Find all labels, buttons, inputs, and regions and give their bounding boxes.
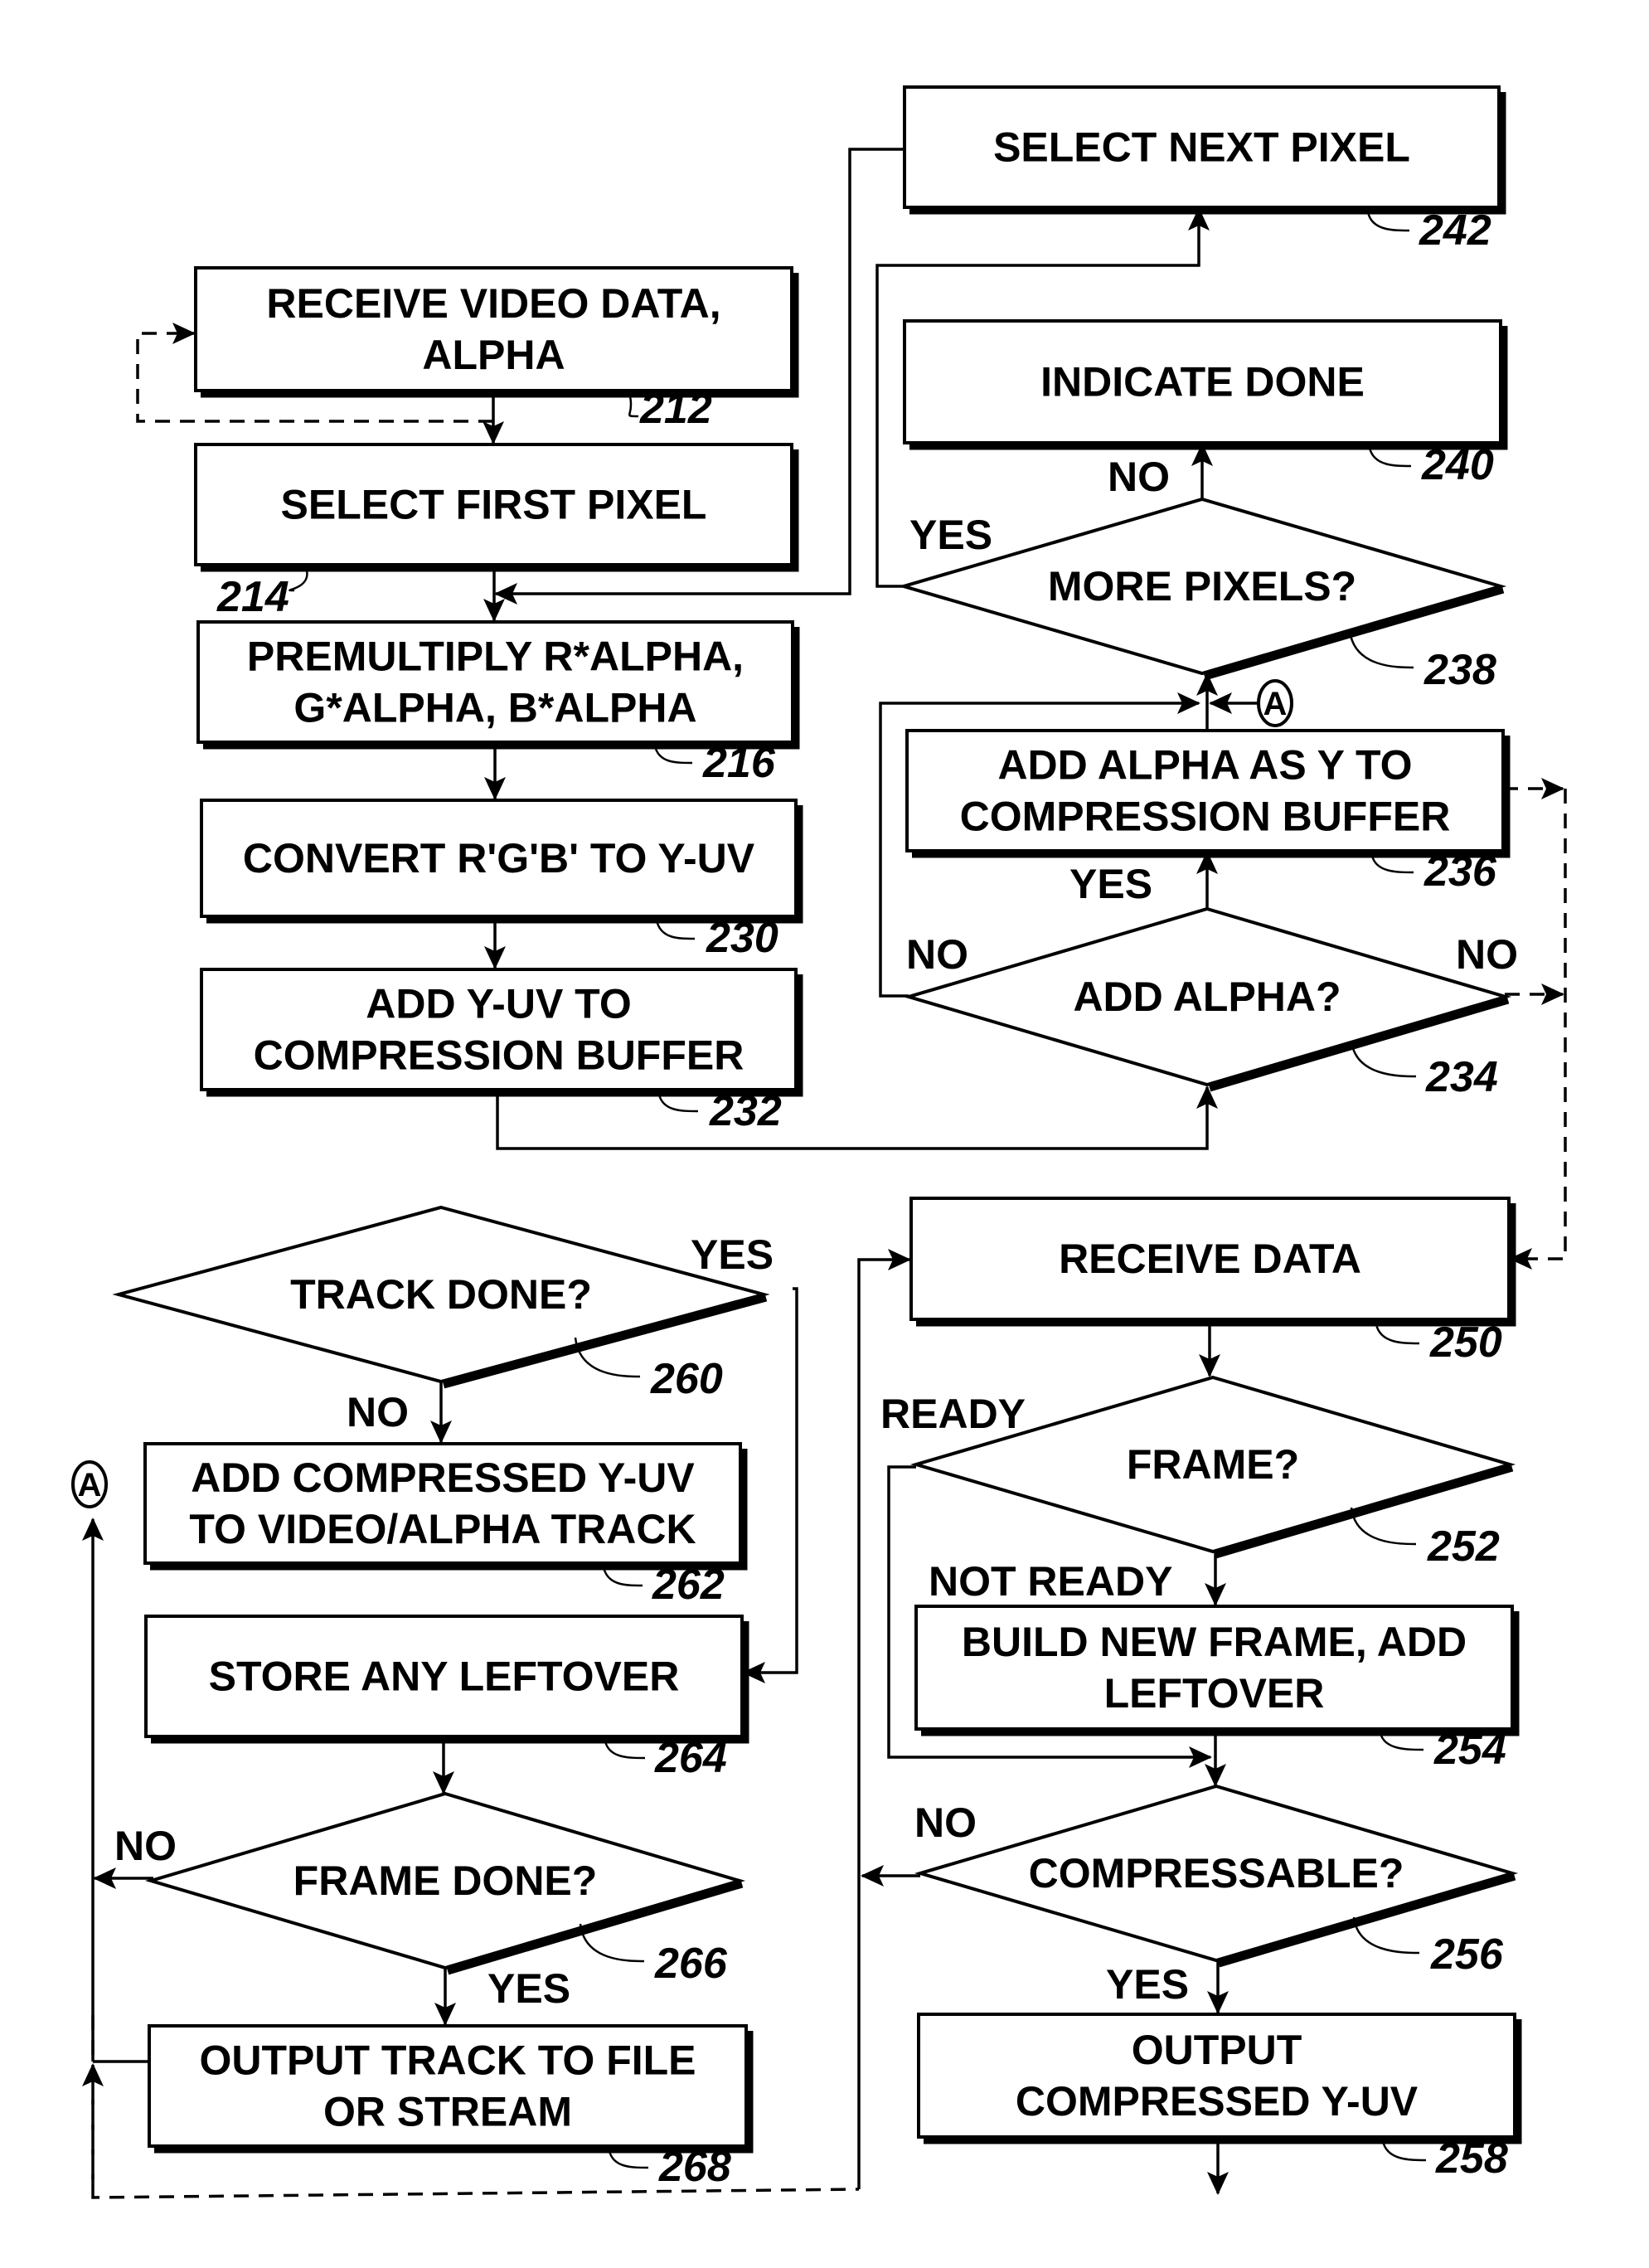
flow-node-242: SELECT NEXT PIXEL242 (903, 85, 1506, 255)
flowchart: RECEIVE VIDEO DATA, ALPHA 212 SELECT FIRST … (71, 85, 1567, 2199)
flow-node-256: COMPRESSABLE? 256 (914, 1784, 1519, 1979)
node-label-line: ADD ALPHA? (1073, 974, 1341, 1020)
reference-number: 234 (1425, 1053, 1498, 1101)
node-label-line: TO VIDEO/ALPHA TRACK (189, 1506, 696, 1552)
reference-leader-line (608, 2150, 649, 2169)
reference-leader-line (1370, 855, 1414, 874)
flow-node-234: ADD ALPHA? 234 (902, 906, 1512, 1101)
reference-number: 262 (652, 1561, 725, 1609)
node-label-line: ADD ALPHA AS Y TO (997, 742, 1412, 789)
reference-number: 258 (1435, 2134, 1508, 2183)
edge-label-238-yes: YES (909, 512, 992, 558)
connector-a-left-label: A (78, 1467, 102, 1503)
node-label-line: RECEIVE VIDEO DATA, (266, 280, 720, 327)
node-label-line: CONVERT R'G'B' TO Y-UV (243, 835, 755, 881)
node-label-line: MORE PIXELS? (1048, 563, 1356, 609)
reference-leader-line (1375, 1323, 1420, 1345)
node-label-line: SELECT FIRST PIXEL (281, 482, 707, 528)
flow-node-232: ADD Y-UV TO COMPRESSION BUFFER 232 (200, 968, 803, 1135)
flow-node-268: OUTPUT TRACK TO FILE OR STREAM 268 (148, 2024, 754, 2191)
reference-leader-line (657, 1094, 699, 1113)
node-label-line: FRAME DONE? (293, 1858, 598, 1904)
reference-number: 260 (650, 1355, 723, 1403)
connector-a-left: A (71, 1460, 108, 1508)
flow-node-240: INDICATE DONE 240 (903, 319, 1508, 489)
flow-node-266: FRAME DONE? 266 (144, 1791, 746, 1988)
node-label-line: COMPRESSION BUFFER (254, 1032, 744, 1079)
reference-number: 266 (654, 1940, 728, 1988)
node-label-line: LEFTOVER (1104, 1670, 1325, 1717)
edge-label-252-ready: READY (880, 1391, 1026, 1437)
reference-number: 214 (216, 573, 289, 621)
reference-number: 212 (639, 385, 712, 433)
node-label-line: COMPRESSED Y-UV (1016, 2078, 1419, 2125)
flow-node-260: TRACK DONE? 260 (112, 1205, 770, 1403)
connector-a-top: A (1257, 679, 1293, 727)
reference-number: 250 (1429, 1319, 1502, 1367)
flow-node-216: PREMULTIPLY R*ALPHA, G*ALPHA, B*ALPHA216 (196, 620, 800, 787)
node-label-line: COMPRESSION BUFFER (960, 794, 1451, 840)
reference-number: 254 (1433, 1726, 1506, 1774)
connector-a-top-label: A (1263, 686, 1288, 722)
edge-dashed-right-250 (1509, 789, 1567, 1270)
reference-number: 252 (1427, 1523, 1500, 1571)
reference-leader-line (1368, 447, 1412, 468)
flow-node-238: MORE PIXELS? 238 (897, 497, 1507, 694)
reference-number: 242 (1419, 206, 1491, 255)
edge-label-256-no: NO (914, 1799, 977, 1846)
edge-label-256-yes: YES (1106, 1961, 1189, 2008)
reference-number: 230 (706, 914, 778, 962)
node-label-line: OUTPUT TRACK TO FILE (199, 2037, 696, 2084)
node-label-line: STORE ANY LEFTOVER (209, 1654, 680, 1700)
reference-leader-line (1348, 629, 1414, 669)
reference-number: 238 (1423, 646, 1496, 694)
flow-node-212: RECEIVE VIDEO DATA, ALPHA 212 (194, 266, 799, 433)
edge-label-260-yes: YES (691, 1231, 774, 1278)
node-label-line: PREMULTIPLY R*ALPHA, (247, 634, 744, 680)
edge-label-252-not-ready: NOT READY (929, 1558, 1172, 1605)
node-label-line: OR STREAM (323, 2089, 572, 2135)
reference-leader-line (604, 1741, 646, 1760)
reference-number: 268 (658, 2143, 731, 2191)
reference-leader-line (289, 570, 308, 592)
node-label-line: ADD COMPRESSED Y-UV (191, 1455, 695, 1501)
edge-label-234-no-left: NO (906, 931, 968, 978)
flow-node-262: ADD COMPRESSED Y-UV TO VIDEO/ALPHA TRACK 2… (143, 1442, 748, 1609)
node-label-line: G*ALPHA, B*ALPHA (293, 685, 696, 731)
reference-leader-line (1366, 211, 1410, 232)
edge-label-266-yes: YES (487, 1965, 570, 2012)
edge-label-260-no: NO (347, 1389, 409, 1435)
edge-label-238-no: NO (1108, 454, 1170, 500)
edge-label-266-no: NO (114, 1823, 177, 1869)
node-label-line: BUILD NEW FRAME, ADD (962, 1619, 1467, 1665)
edge-260-264 (742, 1287, 798, 1683)
node-label-line: COMPRESSABLE? (1029, 1850, 1404, 1896)
edge-label-234-yes: YES (1069, 861, 1152, 907)
flow-node-230: CONVERT R'G'B' TO Y-UV 230 (200, 799, 803, 962)
node-label-line: INDICATE DONE (1040, 359, 1365, 406)
node-label-line: FRAME? (1127, 1441, 1299, 1488)
node-label-line: TRACK DONE? (290, 1271, 592, 1318)
node-label-line: SELECT NEXT PIXEL (993, 124, 1410, 171)
node-label-line: ADD Y-UV TO (366, 981, 631, 1027)
reference-number: 232 (709, 1087, 782, 1135)
node-label-line: RECEIVE DATA (1059, 1236, 1361, 1282)
reference-number: 236 (1423, 847, 1497, 896)
reference-number: 216 (702, 739, 776, 787)
node-label-line: ALPHA (422, 332, 565, 378)
reference-number: 240 (1421, 441, 1494, 489)
flow-node-264: STORE ANY LEFTOVER 264 (144, 1615, 749, 1782)
reference-number: 256 (1430, 1930, 1504, 1979)
reference-number: 264 (654, 1734, 727, 1782)
edge-label-234-no-right: NO (1456, 931, 1518, 978)
flow-node-250: RECEIVE DATA 250 (909, 1197, 1516, 1367)
node-label-line: OUTPUT (1132, 2027, 1302, 2073)
reference-leader-line (628, 396, 639, 418)
